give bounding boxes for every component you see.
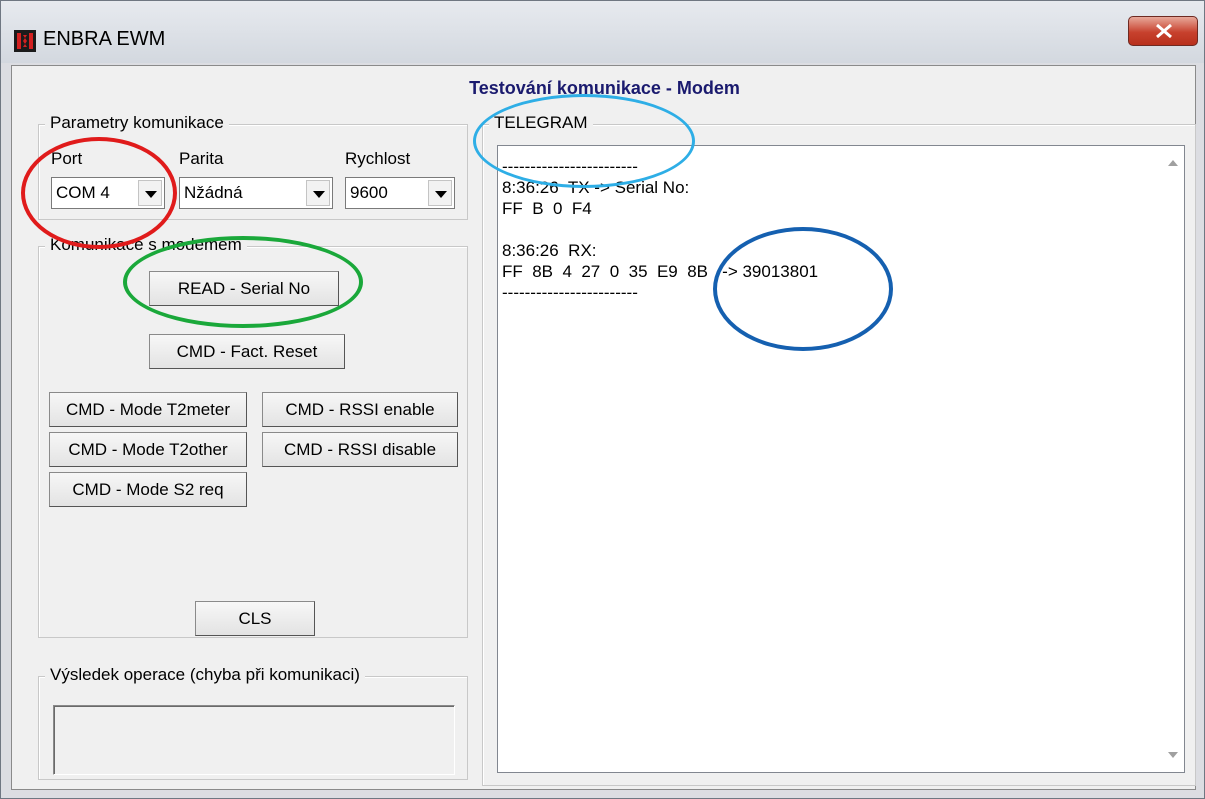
result-field (53, 705, 455, 775)
fact-reset-button[interactable]: CMD - Fact. Reset (149, 334, 345, 369)
chevron-down-icon[interactable] (428, 180, 452, 206)
app-window: ENBRA EWM Testování komunikace - Modem P… (0, 0, 1205, 799)
scroll-up-arrow-icon[interactable] (1168, 160, 1178, 166)
close-button[interactable] (1128, 16, 1198, 46)
port-select[interactable]: COM 4 (51, 177, 165, 209)
close-icon (1156, 24, 1172, 38)
cls-button[interactable]: CLS (195, 601, 315, 636)
mode-s2req-button[interactable]: CMD - Mode S2 req (49, 472, 247, 507)
parity-value: Nžádná (184, 183, 243, 202)
read-serial-button[interactable]: READ - Serial No (149, 271, 339, 306)
parity-select[interactable]: Nžádná (179, 177, 333, 209)
telegram-line: 8:36:26 TX -> Serial No: (502, 178, 690, 197)
params-group: Parametry komunikace Port COM 4 Parita N… (38, 113, 468, 220)
speed-label: Rychlost (345, 149, 411, 168)
chevron-down-icon[interactable] (138, 180, 162, 206)
page-heading: Testování komunikace - Modem (469, 78, 740, 98)
chevron-down-icon[interactable] (306, 180, 330, 206)
rssi-enable-button[interactable]: CMD - RSSI enable (262, 392, 458, 427)
window-title: ENBRA EWM (43, 28, 166, 50)
speed-select[interactable]: 9600 (345, 177, 455, 209)
port-value: COM 4 (56, 183, 110, 202)
scroll-down-arrow-icon[interactable] (1168, 752, 1178, 758)
telegram-line: ------------------------ (502, 157, 638, 176)
telegram-line: 8:36:26 RX: (502, 241, 597, 260)
telegram-legend: TELEGRAM (489, 113, 593, 133)
result-group: Výsledek operace (chyba při komunikaci) (38, 665, 468, 780)
speed-value: 9600 (350, 183, 388, 202)
telegram-line: ------------------------ (502, 283, 638, 302)
enbra-logo-icon (14, 30, 36, 52)
telegram-line: FF 8B 4 27 0 35 E9 8B -> 39013801 (502, 262, 819, 281)
params-legend: Parametry komunikace (45, 113, 229, 133)
rssi-disable-button[interactable]: CMD - RSSI disable (262, 432, 458, 467)
telegram-line (502, 219, 818, 240)
title-bar: ENBRA EWM (1, 1, 1204, 63)
modem-legend: Komunikace s modemem (45, 235, 247, 255)
port-label: Port (51, 149, 83, 168)
parity-label: Parita (179, 149, 224, 168)
telegram-line: FF B 0 F4 (502, 199, 592, 218)
telegram-log: ------------------------ 8:36:26 TX -> S… (502, 156, 818, 303)
mode-t2meter-button[interactable]: CMD - Mode T2meter (49, 392, 247, 427)
result-legend: Výsledek operace (chyba při komunikaci) (45, 665, 365, 685)
modem-group: Komunikace s modemem READ - Serial No CM… (38, 235, 468, 638)
telegram-textarea[interactable]: ------------------------ 8:36:26 TX -> S… (497, 145, 1185, 773)
mode-t2other-button[interactable]: CMD - Mode T2other (49, 432, 247, 467)
client-area: Testování komunikace - Modem Parametry k… (11, 65, 1196, 790)
telegram-group: TELEGRAM ------------------------ 8:36:2… (482, 113, 1196, 786)
